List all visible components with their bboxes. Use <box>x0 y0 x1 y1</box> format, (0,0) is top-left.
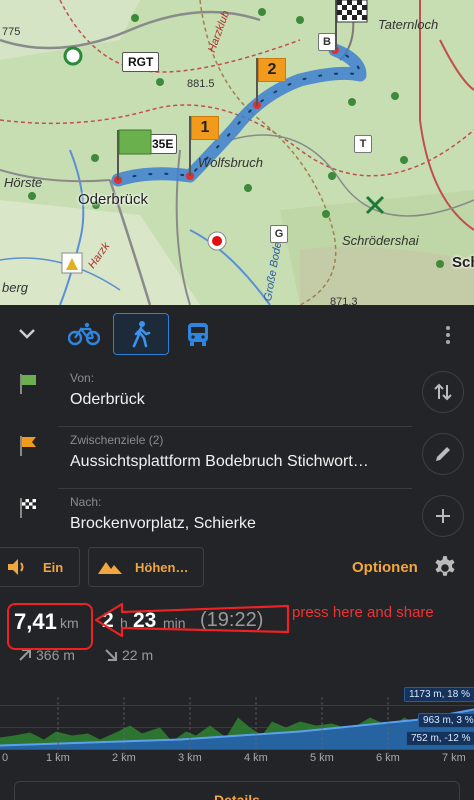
route-panel: Von: Oderbrück Zwischenziele (2) Aussich… <box>0 305 474 800</box>
map-canvas <box>0 0 474 305</box>
annotation-arrow-icon <box>94 602 290 638</box>
annotation-highlight-box <box>7 603 93 650</box>
annotation-text: press here and share <box>292 604 434 621</box>
bus-icon <box>188 323 208 346</box>
finish-flag-icon <box>20 498 36 518</box>
elevation-button[interactable]: Höhen… <box>88 547 204 587</box>
map-elevation-871: 871.3 <box>330 296 358 305</box>
chart-x-label: 4 km <box>244 752 268 764</box>
chart-x-label: 6 km <box>376 752 400 764</box>
swap-vertical-icon <box>434 383 452 401</box>
map-poi-t: T <box>354 135 372 153</box>
route-destination-row[interactable]: Nach: Brockenvorplatz, Schierke <box>0 489 474 551</box>
pencil-icon <box>436 447 450 461</box>
via-caption: Zwischenziele (2) <box>70 433 164 447</box>
gear-icon[interactable] <box>432 555 458 581</box>
descent-stat: 22 m <box>104 647 153 663</box>
mode-bicycle-button[interactable] <box>56 313 112 355</box>
chart-x-label: 7 km <box>442 752 466 764</box>
chart-min-badge: 752 m, -12 % <box>406 731 474 746</box>
voice-toggle-button[interactable]: Ein <box>0 547 80 587</box>
add-waypoint-button[interactable] <box>422 495 464 537</box>
map-via-flag-1[interactable]: 1 <box>191 116 219 140</box>
chart-x-label: 2 km <box>112 752 136 764</box>
destination-value: Brockenvorplatz, Schierke <box>70 515 256 532</box>
via-value: Aussichtsplattform Bodebruch Stichwort… <box>70 453 369 470</box>
bicycle-icon <box>68 322 100 346</box>
details-button[interactable]: Details <box>14 781 460 800</box>
options-button[interactable]: Optionen <box>352 559 418 576</box>
map-road-tag-rgt: RGT <box>122 52 160 72</box>
edit-waypoints-button[interactable] <box>422 433 464 475</box>
route-via-row[interactable]: Zwischenziele (2) Aussichtsplattform Bod… <box>0 427 474 489</box>
chart-mid-badge: 963 m, 3 % <box>418 713 474 728</box>
ascent-icon <box>19 649 31 661</box>
chevron-down-icon <box>19 329 35 339</box>
swap-route-button[interactable] <box>422 371 464 413</box>
descent-icon <box>105 649 117 661</box>
elevation-chart[interactable] <box>0 680 474 770</box>
chart-x-label: 1 km <box>46 752 70 764</box>
overflow-menu-button[interactable] <box>438 323 458 347</box>
mode-bus-button[interactable] <box>170 313 226 355</box>
map-town-oderbrueck: Oderbrück <box>78 191 149 208</box>
voice-toggle-label: Ein <box>43 559 64 575</box>
speaker-icon <box>8 559 24 575</box>
chart-max-badge: 1173 m, 18 % <box>404 687 474 702</box>
descent-value: 22 m <box>122 647 154 663</box>
route-map[interactable]: Oderbrück Wolfsbruch Schrödershai Tatern… <box>0 0 474 305</box>
pedestrian-icon <box>132 321 151 348</box>
start-flag-icon <box>20 374 36 394</box>
start-caption: Von: <box>70 371 95 385</box>
map-place-hoerste: Hörste <box>4 175 43 190</box>
map-elevation-775: 775 <box>2 26 21 38</box>
map-start-flag-icon[interactable] <box>112 126 154 182</box>
map-place-taternloch: Taternloch <box>378 17 439 32</box>
chart-x-label: 0 <box>2 752 9 764</box>
chart-x-label: 3 km <box>178 752 202 764</box>
map-place-schroedershai: Schrödershai <box>342 233 419 248</box>
mode-pedestrian-button[interactable] <box>113 313 169 355</box>
more-vertical-icon <box>446 326 450 344</box>
map-place-sch: Sch <box>452 254 474 271</box>
route-options-row: Ein Höhen… Optionen <box>0 547 474 589</box>
details-label: Details <box>214 792 260 800</box>
map-via-flag-2[interactable]: 2 <box>258 58 286 82</box>
route-start-row[interactable]: Von: Oderbrück <box>0 365 474 427</box>
destination-caption: Nach: <box>70 495 102 509</box>
via-flag-icon <box>20 436 36 456</box>
transport-mode-bar <box>0 305 474 363</box>
start-value: Oderbrück <box>70 391 145 408</box>
chart-x-label: 5 km <box>310 752 334 764</box>
map-place-berg: berg <box>2 280 29 295</box>
map-finish-flag-icon[interactable] <box>330 0 370 52</box>
map-poi-g: G <box>270 225 288 243</box>
plus-icon <box>436 509 450 523</box>
collapse-button[interactable] <box>14 321 40 347</box>
mountain-icon <box>98 562 122 574</box>
map-elevation-881: 881.5 <box>187 78 215 90</box>
elevation-label: Höhen… <box>135 559 189 575</box>
